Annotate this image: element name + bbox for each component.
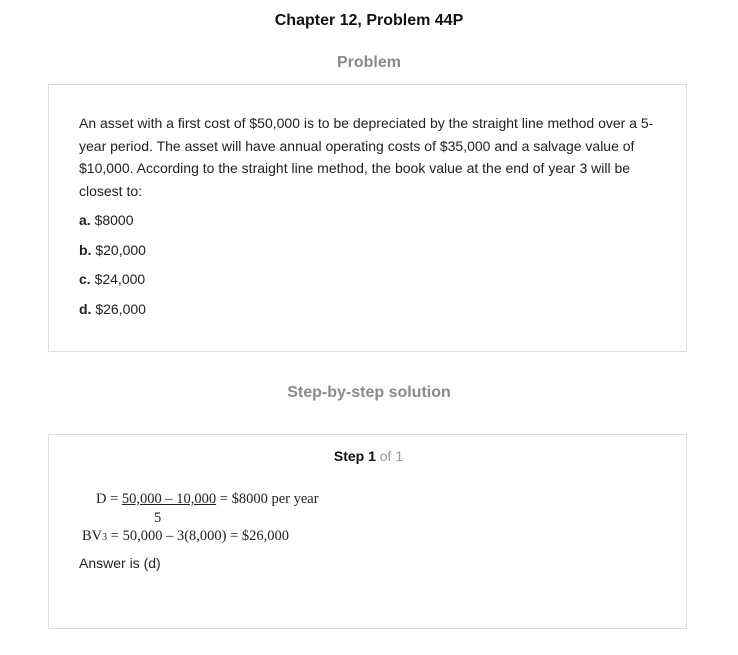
problem-text: An asset with a first cost of $50,000 is…	[79, 115, 654, 199]
solution-heading: Step-by-step solution	[287, 384, 451, 401]
book-value-equation: BV3 = 50,000 – 3(8,000) = $26,000	[82, 528, 289, 545]
step-label: Step 1	[333, 448, 376, 464]
option-text: $20,000	[95, 241, 146, 258]
step-count: of 1	[379, 448, 404, 464]
step-title: Step 1 of 1	[49, 448, 688, 464]
eq1-numerator: 50,000 – 10,000	[121, 491, 217, 507]
eq1-rhs: = $8000 per year	[216, 491, 319, 507]
problem-card: An asset with a first cost of $50,000 is…	[48, 84, 687, 352]
eq1-lhs: D =	[96, 491, 122, 507]
option-letter: d.	[79, 300, 92, 317]
eq1-denominator: 5	[154, 510, 162, 526]
eq2-rhs: = 50,000 – 3(8,000) = $26,000	[107, 528, 290, 544]
problem-heading: Problem	[336, 54, 401, 71]
option-c: c. $24,000	[79, 269, 146, 299]
option-b: b. $20,000	[79, 240, 146, 270]
depreciation-equation: D = 50,000 – 10,000 = $8000 per year	[96, 491, 319, 508]
option-text: $26,000	[95, 300, 146, 317]
eq2-bv: BV	[82, 528, 103, 544]
option-letter: c.	[79, 271, 91, 287]
options-list: a. $8000 b. $20,000 c. $24,000 d. $26,00…	[79, 210, 146, 328]
answer-text: Answer is (d)	[79, 555, 161, 571]
option-text: $8000	[94, 212, 134, 228]
page-title: Chapter 12, Problem 44P	[274, 12, 464, 29]
option-letter: a.	[79, 212, 91, 228]
option-text: $24,000	[94, 271, 146, 287]
option-a: a. $8000	[79, 210, 146, 240]
solution-card: Step 1 of 1 D = 50,000 – 10,000 = $8000 …	[48, 434, 687, 629]
option-d: d. $26,000	[79, 299, 146, 329]
option-letter: b.	[79, 241, 92, 258]
